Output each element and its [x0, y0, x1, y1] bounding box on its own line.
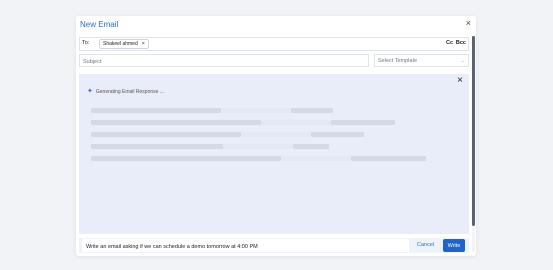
generation-status-text: Generating Email Response ...	[95, 88, 164, 95]
ai-generation-panel: × ✦ Generating Email Response ...	[79, 74, 469, 234]
to-label: To:	[82, 40, 90, 46]
template-select[interactable]: Select Template ⌄	[374, 54, 469, 67]
loading-skeleton-line	[331, 120, 395, 125]
remove-icon[interactable]: ×	[142, 41, 145, 47]
loading-skeleton-line	[241, 132, 311, 137]
close-icon[interactable]: ×	[466, 19, 471, 28]
subject-input[interactable]	[79, 54, 369, 67]
generation-status: ✦ Generating Email Response ...	[87, 88, 164, 95]
scrollbar[interactable]	[472, 36, 475, 252]
sparkle-icon: ✦	[87, 88, 93, 95]
template-select-placeholder: Select Template	[378, 58, 418, 64]
scrollbar-thumb[interactable]	[472, 36, 475, 226]
bcc-toggle[interactable]: Bcc	[456, 40, 466, 46]
loading-skeleton-line	[91, 120, 261, 125]
loading-skeleton-line	[91, 144, 223, 149]
loading-skeleton-line	[221, 108, 291, 113]
ai-prompt-bar: Cancel Write	[79, 238, 469, 253]
loading-skeleton-line	[291, 108, 333, 113]
chevron-down-icon: ⌄	[460, 58, 465, 64]
cc-toggle[interactable]: Cc	[446, 40, 453, 46]
recipient-chip-label: Shakeel ahmed	[103, 41, 138, 47]
loading-skeleton-line	[91, 156, 281, 161]
loading-skeleton-line	[293, 144, 329, 149]
loading-skeleton-line	[261, 120, 331, 125]
close-icon[interactable]: ×	[457, 76, 463, 86]
ai-prompt-input[interactable]	[82, 239, 409, 252]
cancel-button[interactable]: Cancel	[417, 242, 434, 248]
recipient-chip: Shakeel ahmed ×	[99, 39, 149, 49]
dialog-title: New Email	[80, 20, 119, 29]
loading-skeleton-line	[281, 156, 351, 161]
loading-skeleton-line	[351, 156, 426, 161]
loading-skeleton-line	[91, 108, 221, 113]
write-button[interactable]: Write	[443, 239, 465, 252]
loading-skeleton-line	[91, 132, 241, 137]
recipients-field[interactable]: To: Shakeel ahmed × Cc Bcc	[79, 37, 469, 51]
loading-skeleton-line	[223, 144, 293, 149]
loading-skeleton-line	[311, 132, 364, 137]
new-email-dialog: New Email × To: Shakeel ahmed × Cc Bcc S…	[76, 16, 476, 256]
